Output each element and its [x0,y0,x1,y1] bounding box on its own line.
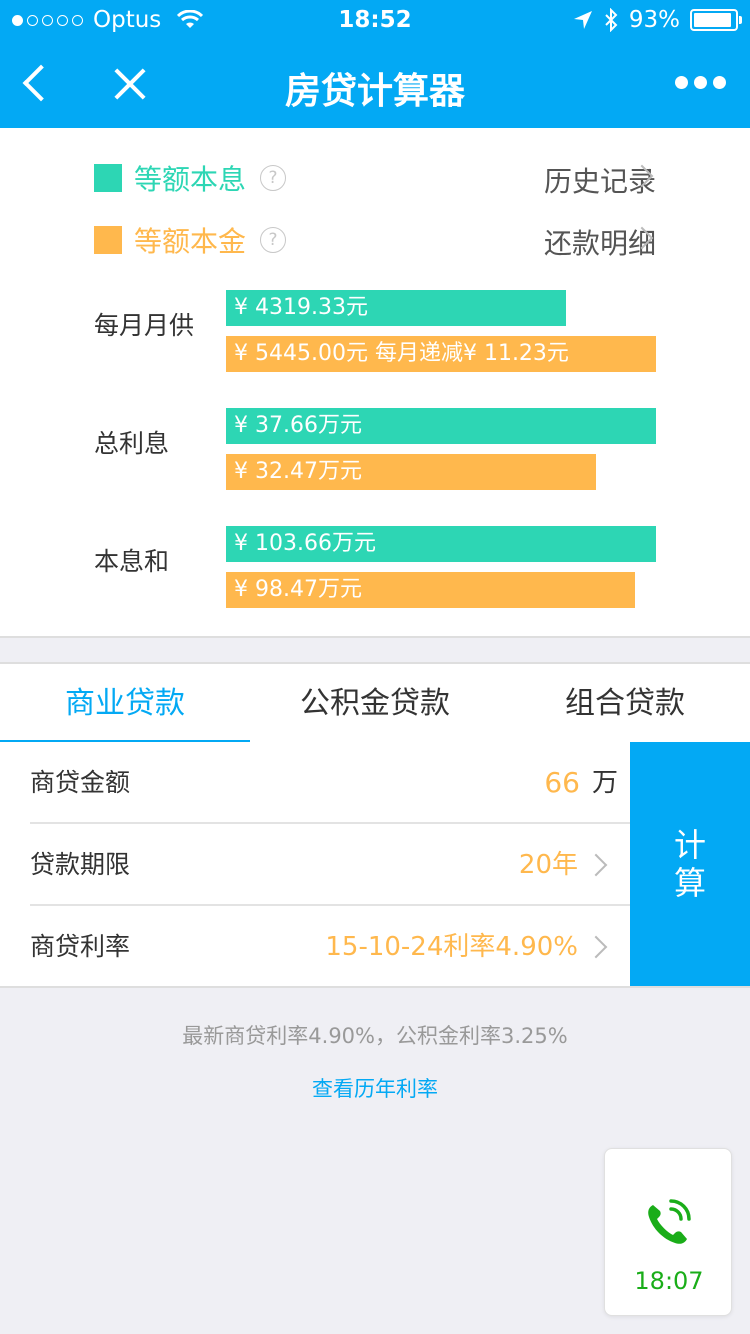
historical-rates-link[interactable]: 查看历年利率 [0,1073,750,1103]
loan-type-tabs: 商业贷款 公积金贷款 组合贷款 [0,662,750,744]
monthly-green-bar: ¥ 4319.33元 [226,290,566,326]
help-icon[interactable]: ? [260,227,287,253]
dot [675,76,688,89]
calculate-button[interactable]: 计 算 [630,742,750,986]
call-widget[interactable]: 18:07 [604,1148,732,1316]
total-interest-label: 总利息 [94,429,170,458]
calculate-label-1: 计 [673,826,706,864]
more-dots-icon[interactable] [675,76,726,89]
loan-term-label: 贷款期限 [30,850,131,879]
chevron-right-icon [584,935,608,959]
legend-label: 等额本息 [134,163,247,196]
tab-combined-loan[interactable]: 组合贷款 [500,664,750,744]
app-header: Optus 18:52 93% 房贷计算器 [0,0,750,128]
rate-info-text: 最新商贷利率4.90%，公积金利率3.25% [182,1024,568,1048]
calculate-label-2: 算 [673,864,706,902]
loan-rate-value: 15-10-24利率4.90% [325,932,578,962]
loan-amount-row[interactable]: 商贷金额 66 万 [0,742,630,824]
loan-term-row[interactable]: 贷款期限 20年 [0,824,630,906]
total-green-bar: ¥ 103.66万元 [226,526,656,562]
result-panel: 等额本息 ? 历史记录 等额本金 ? 还款明细 每月月供 ¥ 4319.33元 … [0,128,750,638]
monthly-payment-label: 每月月供 [94,311,195,340]
page-title: 房贷计算器 [284,71,465,112]
bluetooth-icon [605,8,618,32]
phone-call-icon [648,1199,691,1244]
call-time: 18:07 [634,1267,704,1295]
dot [713,76,726,89]
loan-rate-row[interactable]: 商贷利率 15-10-24利率4.90% [0,906,630,988]
loan-form: 商贷金额 66 万 贷款期限 20年 商贷利率 15-10-24利率4.90% … [0,742,750,988]
tab-provident-fund-loan[interactable]: 公积金贷款 [250,664,500,744]
loan-amount-label: 商贷金额 [30,768,131,797]
interest-orange-bar: ¥ 32.47万元 [226,454,596,490]
status-bar: Optus 18:52 93% [0,0,750,40]
loan-amount-value[interactable]: 66 [544,742,580,824]
battery-percent: 93% [628,7,680,33]
status-right: 93% [573,7,742,33]
dot [694,76,707,89]
loan-term-value: 20年 [518,850,578,880]
loan-amount-unit: 万 [591,768,618,798]
total-orange-bar: ¥ 98.47万元 [226,572,635,608]
legend-equal-payment: 等额本息 ? [94,158,287,198]
legend-equal-principal: 等额本金 ? [94,220,287,260]
legend-label: 等额本金 [134,225,247,258]
interest-green-bar: ¥ 37.66万元 [226,408,656,444]
tab-commercial-loan[interactable]: 商业贷款 [0,664,250,744]
loan-rate-label: 商贷利率 [30,932,131,961]
legend-swatch-orange [94,226,122,254]
battery-fill [694,13,732,27]
help-icon[interactable]: ? [260,165,287,191]
legend-swatch-green [94,164,122,192]
chevron-right-icon [584,853,608,877]
location-arrow-icon [573,11,592,29]
battery-icon [690,9,742,31]
total-sum-label: 本息和 [94,547,170,576]
monthly-orange-bar: ¥ 5445.00元 每月递减¥ 11.23元 [226,336,656,372]
